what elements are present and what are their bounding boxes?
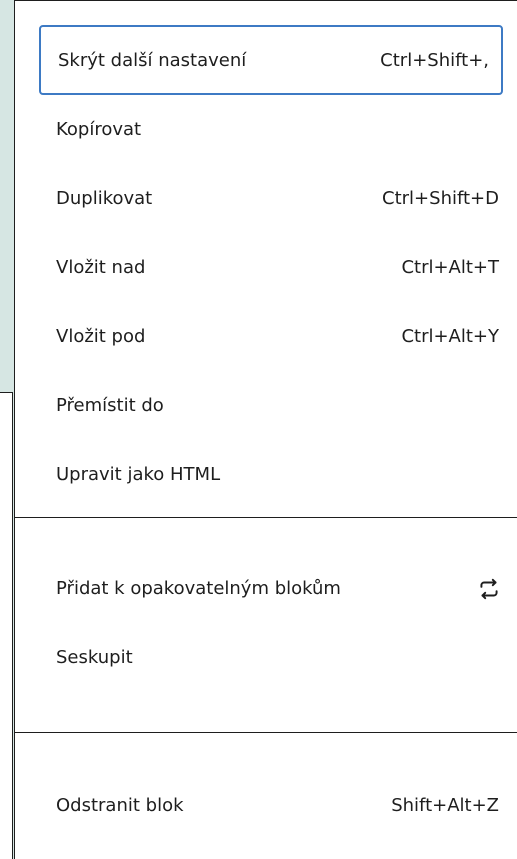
menu-item-shortcut: Ctrl+Shift+, [380,49,489,71]
menu-item-edit-as-html[interactable]: Upravit jako HTML [15,440,517,509]
menu-item-remove-block[interactable]: Odstranit blok Shift+Alt+Z [15,771,517,840]
menu-item-insert-after[interactable]: Vložit pod Ctrl+Alt+Y [15,302,517,371]
menu-item-label: Seskupit [56,647,133,668]
menu-item-label: Skrýt další nastavení [58,49,247,71]
menu-group-reusable: Přidat k opakovatelným blokům Seskupit [15,518,517,732]
menu-item-shortcut: Shift+Alt+Z [391,795,499,816]
menu-item-shortcut: Ctrl+Alt+Y [401,326,499,347]
menu-item-shortcut: Ctrl+Alt+T [401,257,499,278]
menu-item-label: Vložit pod [56,326,146,347]
menu-item-label: Kopírovat [56,119,142,140]
menu-item-label: Přidat k opakovatelným blokům [56,578,341,599]
menu-item-duplicate[interactable]: Duplikovat Ctrl+Shift+D [15,164,517,233]
menu-item-label: Přemístit do [56,395,164,416]
menu-item-copy[interactable]: Kopírovat [15,95,517,164]
menu-item-move-to[interactable]: Přemístit do [15,371,517,440]
menu-group-destructive: Odstranit blok Shift+Alt+Z [15,733,517,840]
menu-item-group[interactable]: Seskupit [15,623,517,692]
menu-item-insert-before[interactable]: Vložit nad Ctrl+Alt+T [15,233,517,302]
menu-item-label: Odstranit blok [56,795,184,816]
menu-group-primary: Skrýt další nastavení Ctrl+Shift+, Kopír… [15,1,517,517]
reusable-block-icon [475,575,503,603]
menu-item-label: Vložit nad [56,257,146,278]
menu-item-label: Duplikovat [56,188,153,209]
menu-item-shortcut: Ctrl+Shift+D [382,188,499,209]
menu-item-add-to-reusable-blocks[interactable]: Přidat k opakovatelným blokům [15,554,517,623]
background-panel-edge [0,392,13,859]
menu-item-label: Upravit jako HTML [56,464,221,485]
block-options-menu: Skrýt další nastavení Ctrl+Shift+, Kopír… [14,0,517,859]
menu-item-hide-more-settings[interactable]: Skrýt další nastavení Ctrl+Shift+, [39,25,503,95]
